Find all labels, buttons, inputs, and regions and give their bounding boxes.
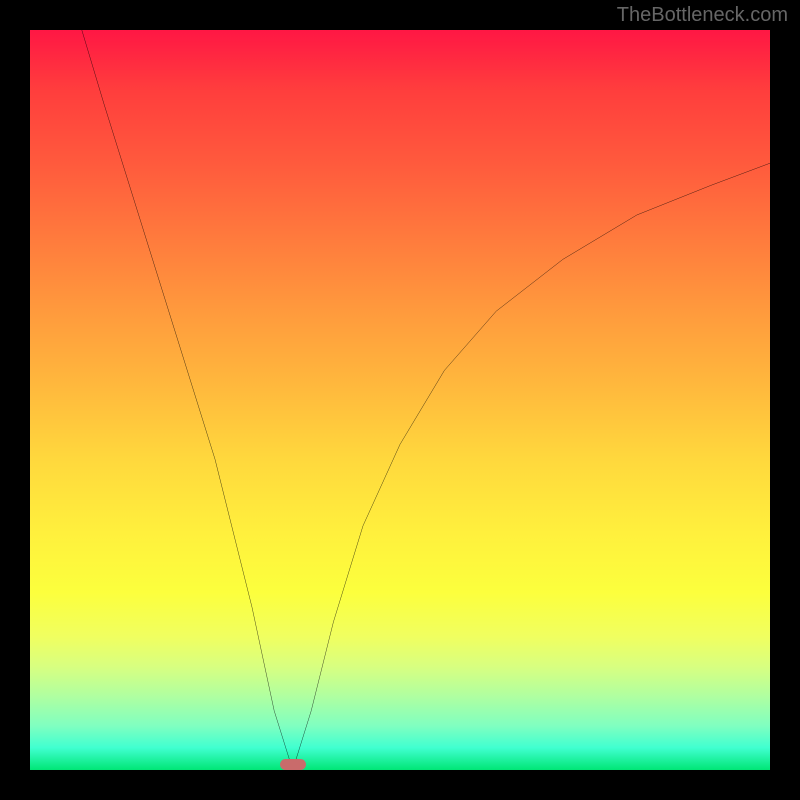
bottleneck-curve [30, 30, 770, 770]
chart-plot-area [30, 30, 770, 770]
minimum-marker [280, 759, 306, 770]
watermark-attribution: TheBottleneck.com [617, 4, 788, 27]
